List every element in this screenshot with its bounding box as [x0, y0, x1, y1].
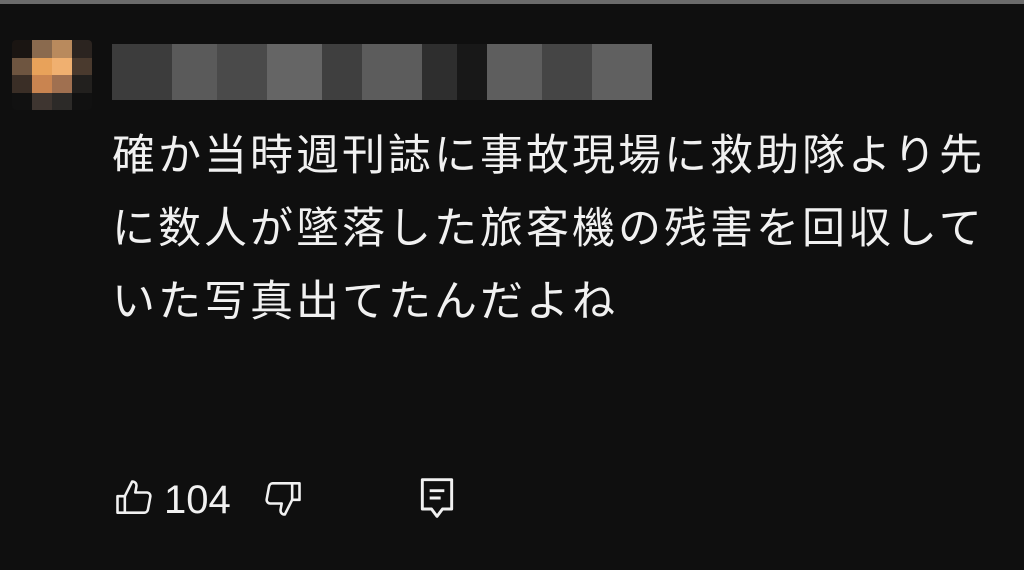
- comment-actions: 104: [112, 472, 459, 528]
- comment-author-name[interactable]: [112, 44, 652, 100]
- reply-comment-icon: [415, 474, 459, 526]
- like-count: 104: [164, 477, 231, 522]
- avatar[interactable]: [12, 40, 92, 110]
- thumbs-down-icon: [261, 476, 305, 524]
- comment-text: 確か当時週刊誌に事故現場に救助隊より先に数人が墜落した旅客機の残害を回収していた…: [112, 131, 986, 327]
- comment-item: 確か当時週刊誌に事故現場に救助隊より先に数人が墜落した旅客機の残害を回収していた…: [0, 4, 1024, 570]
- thumbs-up-icon: [112, 476, 156, 524]
- like-button[interactable]: [112, 476, 156, 524]
- dislike-button[interactable]: [261, 476, 305, 524]
- reply-button[interactable]: [415, 474, 459, 526]
